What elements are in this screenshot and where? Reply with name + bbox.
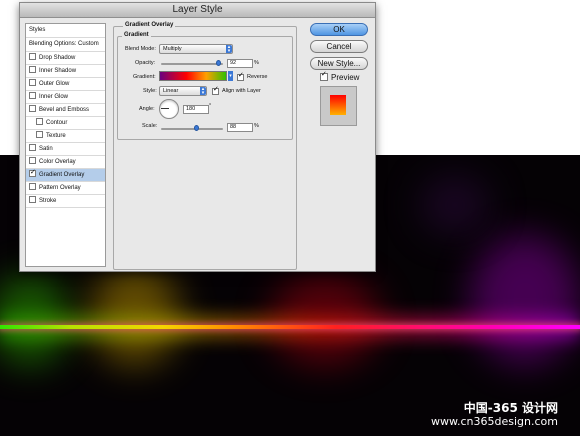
sidebar-item-stroke[interactable]: Stroke — [26, 195, 105, 208]
gradient-overlay-title: Gradient Overlay — [123, 22, 176, 28]
align-with-layer-checkbox[interactable] — [212, 85, 219, 95]
scale-slider[interactable] — [161, 125, 223, 131]
watermark-line2: www.cn365design.com — [431, 415, 558, 428]
watermark-line1: 中国-365 设计网 — [463, 401, 558, 415]
watermark: 中国-365 设计网 www.cn365design.com — [431, 401, 558, 429]
sidebar-item-gradient-overlay[interactable]: Gradient Overlay — [26, 167, 105, 182]
style-label: Style: — [143, 88, 157, 94]
sidebar-item-label: Stroke — [39, 198, 57, 204]
glow-magenta — [470, 235, 580, 365]
sidebar-item-label: Bevel and Emboss — [39, 107, 90, 113]
angle-dial[interactable] — [159, 99, 179, 119]
sidebar-item-label: Drop Shadow — [39, 55, 76, 61]
opacity-percent: % — [254, 60, 259, 66]
preview-swatch — [330, 95, 346, 115]
sidebar-item-bevel-and-emboss[interactable]: Bevel and Emboss — [26, 104, 105, 117]
reverse-label: Reverse — [247, 74, 268, 80]
sidebar-checkbox[interactable] — [29, 52, 36, 60]
align-with-layer-label: Align with Layer — [222, 88, 261, 94]
sidebar-item-label: Styles — [29, 27, 46, 33]
sidebar-item-label: Outer Glow — [39, 81, 70, 87]
sidebar-checkbox[interactable] — [36, 117, 43, 125]
sidebar-checkbox[interactable] — [29, 156, 36, 164]
updown-arrow-icon: ▴ ▾ — [200, 86, 206, 96]
sidebar-item-satin[interactable]: Satin — [26, 143, 105, 156]
sidebar-item-label: Satin — [39, 146, 53, 152]
sidebar-item-label: Texture — [46, 133, 66, 139]
blend-mode-select[interactable]: Multiply ▴ ▾ — [159, 44, 233, 54]
angle-label: Angle: — [139, 106, 155, 112]
cancel-button[interactable]: Cancel — [310, 40, 368, 53]
opacity-slider[interactable] — [161, 60, 223, 66]
sidebar-checkbox[interactable] — [29, 91, 36, 99]
gradient-group-title: Gradient — [122, 32, 151, 38]
scale-percent: % — [254, 123, 259, 129]
sidebar-item-blending-options-custom[interactable]: Blending Options: Custom — [26, 38, 105, 52]
reverse-checkbox[interactable] — [237, 71, 244, 81]
gradient-picker[interactable]: ▾ — [159, 71, 233, 81]
sidebar-item-inner-glow[interactable]: Inner Glow — [26, 91, 105, 104]
sidebar-checkbox[interactable] — [29, 182, 36, 190]
sidebar-item-label: Gradient Overlay — [39, 172, 85, 178]
sidebar-item-inner-shadow[interactable]: Inner Shadow — [26, 65, 105, 78]
sidebar-item-styles[interactable]: Styles — [26, 24, 105, 38]
blend-mode-value: Multiply — [163, 46, 182, 52]
sidebar-checkbox[interactable] — [29, 104, 36, 112]
angle-dial-hand — [161, 108, 169, 109]
new-style-button[interactable]: New Style... — [310, 57, 368, 70]
sidebar-item-label: Blending Options: Custom — [29, 41, 99, 47]
style-value: Linear — [163, 88, 179, 94]
sidebar-item-label: Inner Shadow — [39, 68, 77, 74]
sidebar-item-texture[interactable]: Texture — [26, 130, 105, 143]
scale-input[interactable]: 88 — [227, 123, 253, 132]
scale-label: Scale: — [142, 123, 158, 129]
sidebar-item-label: Contour — [46, 120, 68, 126]
style-select[interactable]: Linear ▴ ▾ — [159, 86, 207, 96]
preview-toggle[interactable]: Preview — [320, 70, 360, 82]
styles-sidebar: Styles Blending Options: Custom Drop Shado… — [25, 23, 106, 267]
sidebar-checkbox[interactable] — [29, 167, 36, 179]
dropdown-arrow-icon[interactable]: ▾ — [228, 71, 233, 81]
sidebar-item-color-overlay[interactable]: Color Overlay — [26, 156, 105, 169]
sidebar-item-drop-shadow[interactable]: Drop Shadow — [26, 52, 105, 65]
sidebar-checkbox[interactable] — [29, 78, 36, 86]
glow-dim-purple — [420, 175, 490, 235]
angle-input[interactable]: 180 — [183, 105, 209, 114]
sidebar-item-contour[interactable]: Contour — [26, 117, 105, 130]
sidebar-item-outer-glow[interactable]: Outer Glow — [26, 78, 105, 91]
gradient-label: Gradient: — [133, 74, 156, 80]
sidebar-checkbox[interactable] — [29, 195, 36, 203]
sidebar-item-label: Inner Glow — [39, 94, 69, 100]
layer-style-dialog: Layer Style Styles Blending Options: Cust… — [19, 2, 376, 272]
gradient-overlay-panel: Gradient Overlay Gradient Blend Mode: Mu… — [113, 22, 297, 270]
sidebar-item-pattern-overlay[interactable]: Pattern Overlay — [26, 182, 105, 195]
sidebar-item-label: Color Overlay — [39, 159, 76, 165]
rainbow-line — [0, 325, 580, 329]
sidebar-checkbox[interactable] — [36, 130, 43, 138]
ok-button[interactable]: OK — [310, 23, 368, 36]
blend-mode-label: Blend Mode: — [125, 46, 156, 52]
sidebar-checkbox[interactable] — [29, 65, 36, 73]
opacity-label: Opacity: — [135, 60, 156, 66]
preview-checkbox[interactable] — [320, 70, 328, 81]
dialog-title: Layer Style — [20, 3, 375, 18]
opacity-slider-handle[interactable] — [215, 60, 221, 66]
sidebar-checkbox[interactable] — [29, 143, 36, 151]
updown-arrow-icon: ▴ ▾ — [226, 44, 232, 54]
preview-label: Preview — [331, 73, 360, 82]
opacity-input[interactable]: 92 — [227, 59, 253, 68]
sidebar-item-label: Pattern Overlay — [39, 185, 81, 191]
preview-swatch-frame — [320, 86, 357, 126]
degree-sign: ° — [209, 103, 212, 109]
